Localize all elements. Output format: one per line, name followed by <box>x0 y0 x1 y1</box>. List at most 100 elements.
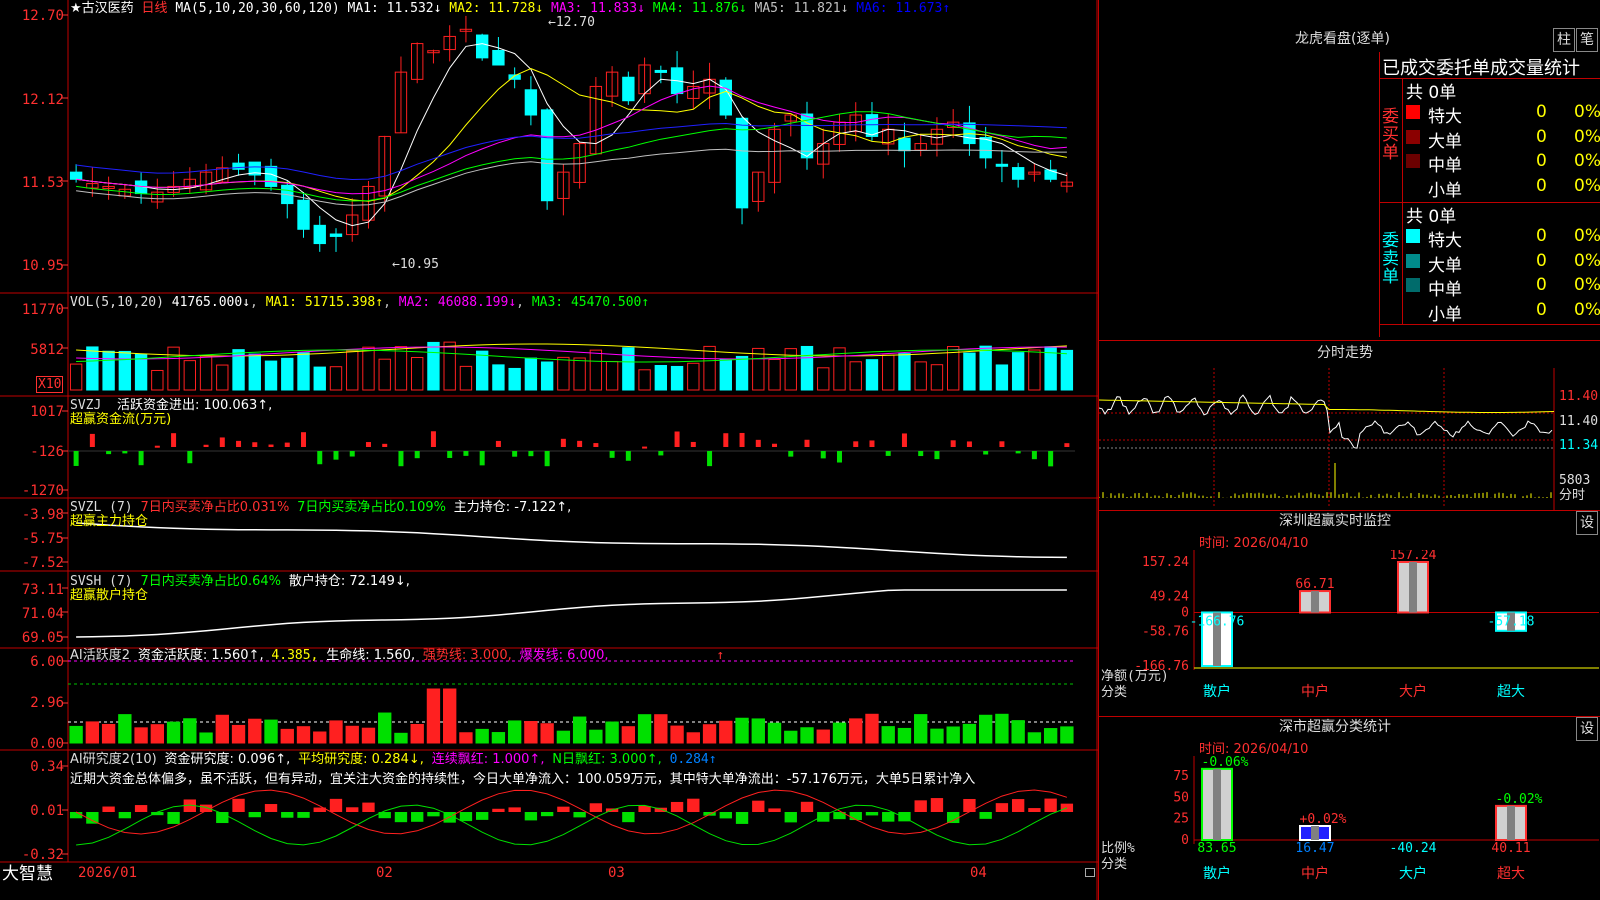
ma-value-1: MA1: 11.532↓ <box>347 1 442 16</box>
monitor-value-label: 66.71 <box>1295 577 1334 592</box>
activity-bar <box>150 724 165 744</box>
main-chart-area[interactable]: ★古汉医药 日线 MA(5,10,20,30,60,120) MA1: 11.5… <box>0 0 1098 900</box>
activity-bar <box>491 732 506 744</box>
flow-bar <box>122 451 128 454</box>
flow-bar <box>154 445 160 448</box>
sz-class-settings[interactable]: 设 <box>1576 717 1598 741</box>
svzj-header: SVZJ 活跃资金进出: 100.063↑, <box>70 398 273 413</box>
volume-bar <box>443 341 456 391</box>
volume-bar <box>930 364 944 391</box>
research-bar <box>800 801 814 812</box>
research-bar <box>329 798 343 812</box>
candle-body <box>654 69 668 73</box>
sz-monitor-settings[interactable]: 设 <box>1576 511 1598 535</box>
research-bar <box>508 807 521 812</box>
dragon-table: 已成交委托单成交量统计 委买单 委卖单 共 0单 特大 0 0% 大单 0 0% 中单 0 0% 小… <box>1379 52 1600 337</box>
research-bar <box>768 808 781 812</box>
row-value: 0 <box>1536 102 1547 122</box>
volume-bar <box>216 364 229 391</box>
svsh-axis-tick: 69.05 <box>21 630 64 646</box>
ai-research-header: AI研究度2(10) 资金研究度: 0.096↑, 平均研究度: 0.284↓,… <box>70 752 717 767</box>
research-bar <box>622 812 635 823</box>
volume-bar <box>719 358 732 391</box>
ma-values: MA1: 11.532↓ MA2: 11.728↓ MA3: 11.833↓ M… <box>348 1 951 16</box>
monitor-category: 中户 <box>1301 683 1329 700</box>
flow-bar <box>528 451 534 457</box>
volume-bar <box>735 355 749 391</box>
flow-bar <box>1064 443 1070 447</box>
research-bar <box>362 802 375 812</box>
lock-icon[interactable] <box>1085 868 1095 877</box>
svzj-axis-tick: -126 <box>30 444 64 460</box>
ai-activity-header: AI活跃度2 资金活跃度: 1.560↑, 4.385, 生命线: 1.560,… <box>70 648 725 663</box>
volume-bar <box>378 358 391 391</box>
activity-bar <box>605 721 619 744</box>
volume-bar <box>492 364 505 391</box>
flow-bar <box>495 440 501 447</box>
class-ylabel: 比例% <box>1101 841 1135 856</box>
tab-tick[interactable]: 笔 <box>1576 28 1598 52</box>
intraday-chart[interactable] <box>1099 368 1600 510</box>
swatch <box>1406 105 1420 119</box>
flow-bar <box>885 451 891 456</box>
volume-bar <box>654 365 668 391</box>
class-axis-tick: 25 <box>1173 812 1189 827</box>
volume-bar <box>849 361 862 391</box>
swatch <box>1406 229 1420 243</box>
flow-bar <box>398 451 404 467</box>
ma-line <box>76 85 1067 195</box>
candle-body <box>540 109 554 202</box>
row-value: 0 <box>1536 250 1547 271</box>
class-axis-tick: 75 <box>1173 769 1189 784</box>
research-bar <box>232 798 245 812</box>
row-pct: 0% <box>1574 275 1600 295</box>
volume-bar <box>963 352 976 391</box>
activity-bar <box>637 714 652 744</box>
volume-bar <box>882 354 895 391</box>
svzl-axis-tick: -7.52 <box>21 555 64 571</box>
candle-body <box>492 49 505 66</box>
flow-bar <box>317 451 323 465</box>
monitor-value-label: -166.76 <box>1190 614 1245 629</box>
research-bar <box>1044 798 1057 812</box>
flow-bar <box>804 439 810 447</box>
ai-comment: 近期大资金总体偏多，虽不活跃，但有异动，宜关注大资金的持续性，今日大单净流入：1… <box>70 772 976 787</box>
row-pct: 0% <box>1574 151 1600 171</box>
activity-bar <box>767 722 782 744</box>
ma-value-6: MA6: 11.673↑ <box>848 1 951 16</box>
price-axis-tick: 11.53 <box>21 175 64 191</box>
row-pct: 0% <box>1574 175 1600 196</box>
flow-bar <box>301 432 307 447</box>
stock-name: ★古汉医药 <box>70 1 134 16</box>
class-bar-shade <box>1507 805 1515 840</box>
volume-bar <box>703 345 716 391</box>
retail-holding-line <box>76 589 1067 638</box>
research-bar <box>979 812 992 819</box>
order-row: 特大 0 0% <box>1406 102 1600 127</box>
vol-axis-tick: 5812 <box>30 342 64 358</box>
flow-bar <box>918 451 924 457</box>
tab-bar[interactable]: 柱 <box>1553 28 1575 52</box>
activity-bar <box>995 713 1009 744</box>
ai1-axis-tick: 2.96 <box>30 695 64 711</box>
flow-bar <box>739 432 745 447</box>
ma-line <box>76 148 1067 206</box>
monitor-axis-tick: 157.24 <box>1142 555 1189 570</box>
price-axis-tick: 12.12 <box>21 92 64 108</box>
flow-bar <box>1015 451 1021 454</box>
volume-bar <box>865 359 879 391</box>
buy-side-label: 委买单 <box>1382 107 1399 163</box>
low-price-mark: ←10.95 <box>392 257 439 272</box>
flow-bar <box>365 442 371 447</box>
flow-bar <box>382 443 388 447</box>
volume-bar <box>687 362 700 391</box>
flow-bar <box>788 451 794 457</box>
volume-bar <box>557 356 570 391</box>
activity-bar <box>85 721 100 744</box>
ma-params: MA(5,10,20,30,60,120) <box>175 1 340 16</box>
volume-bar <box>605 360 619 391</box>
monitor-ylabel: 净额(万元) <box>1101 669 1169 684</box>
class-xlabel: 分类 <box>1101 857 1127 872</box>
volume-bar <box>297 352 310 391</box>
activity-bar <box>443 688 457 744</box>
